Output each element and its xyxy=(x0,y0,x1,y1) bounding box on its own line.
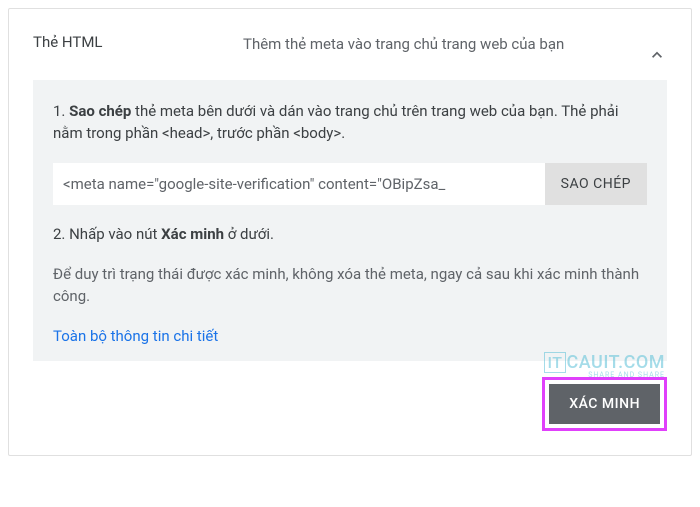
step2-bold: Xác minh xyxy=(161,225,224,243)
meta-tag-input[interactable] xyxy=(53,163,545,205)
copy-button[interactable]: SAO CHÉP xyxy=(545,163,647,205)
step2-text: 2. Nhấp vào nút Xác minh ở dưới. xyxy=(53,225,647,243)
step1-bold: Sao chép xyxy=(69,102,131,120)
verification-panel: Thẻ HTML Thêm thẻ meta vào trang chủ tra… xyxy=(8,8,692,456)
panel-header: Thẻ HTML Thêm thẻ meta vào trang chủ tra… xyxy=(33,33,667,56)
step2-prefix: 2. Nhấp vào nút xyxy=(53,225,161,243)
step1-prefix: 1. xyxy=(53,102,69,120)
code-row: SAO CHÉP xyxy=(53,163,647,205)
step2-rest: ở dưới. xyxy=(224,225,274,243)
step1-rest: thẻ meta bên dưới và dán vào trang chủ t… xyxy=(53,102,619,143)
panel-title: Thẻ HTML xyxy=(33,33,243,51)
footer-row: XÁC MINH xyxy=(33,377,667,431)
maintain-note: Để duy trì trạng thái được xác minh, khô… xyxy=(53,263,647,308)
collapse-toggle[interactable] xyxy=(647,45,667,65)
verify-button[interactable]: XÁC MINH xyxy=(549,384,660,424)
panel-description: Thêm thẻ meta vào trang chủ trang web củ… xyxy=(243,33,667,56)
instructions-box: 1. Sao chép thẻ meta bên dưới và dán vào… xyxy=(33,80,667,361)
step1-text: 1. Sao chép thẻ meta bên dưới và dán vào… xyxy=(53,100,647,145)
chevron-up-icon xyxy=(647,45,667,65)
verify-highlight: XÁC MINH xyxy=(542,377,667,431)
details-link[interactable]: Toàn bộ thông tin chi tiết xyxy=(53,327,218,345)
